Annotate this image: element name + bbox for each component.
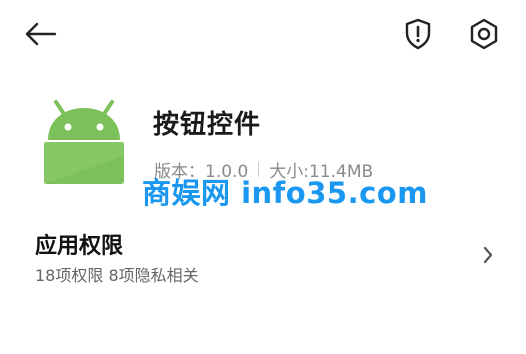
android-robot-icon xyxy=(42,96,126,186)
chevron-right-icon xyxy=(483,246,493,264)
permissions-title: 应用权限 xyxy=(35,234,124,259)
shield-alert-icon xyxy=(405,18,431,50)
permissions-summary: 18项权限 8项隐私相关 xyxy=(35,266,199,285)
security-button[interactable] xyxy=(398,14,438,54)
settings-button[interactable] xyxy=(462,14,506,54)
app-name: 按钮控件 xyxy=(153,110,262,140)
arrow-left-icon xyxy=(25,22,57,46)
back-button[interactable] xyxy=(20,16,60,52)
watermark: 商娱网 info35.com xyxy=(142,176,428,210)
settings-hexagon-icon xyxy=(470,18,498,50)
permissions-row[interactable]: 应用权限 18项权限 8项隐私相关 xyxy=(0,212,526,302)
